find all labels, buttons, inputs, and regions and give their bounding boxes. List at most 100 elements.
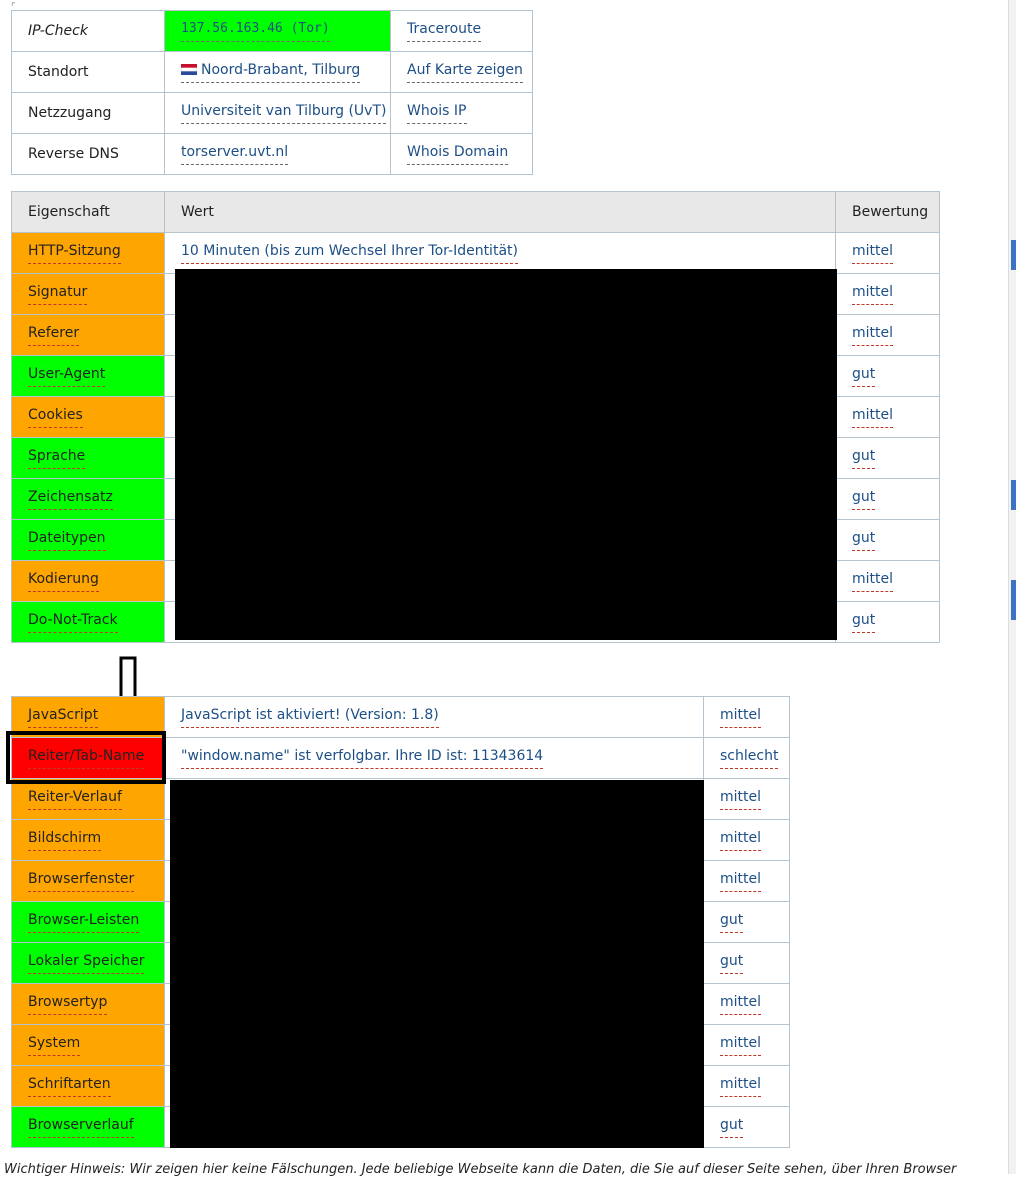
location-link[interactable]: Noord-Brabant, Tilburg xyxy=(180,61,361,83)
rating-link[interactable]: mittel xyxy=(720,789,762,810)
property-link[interactable]: Dateitypen xyxy=(28,530,106,551)
property-link[interactable]: Cookies xyxy=(28,407,83,428)
value-text: "window.name" ist verfolgbar. Ihre ID is… xyxy=(181,748,544,769)
property-link[interactable]: Referer xyxy=(28,325,80,346)
property-link[interactable]: Browserverlauf xyxy=(28,1117,134,1138)
property-link[interactable]: JavaScript xyxy=(28,707,99,728)
location-cell: Noord-Brabant, Tilburg xyxy=(164,51,391,93)
scrollbar-marker xyxy=(1011,480,1016,510)
rating-link[interactable]: gut xyxy=(852,448,876,469)
rating-cell: gut xyxy=(835,437,940,479)
property-link[interactable]: Sprache xyxy=(28,448,86,469)
property-link[interactable]: Reiter-Verlauf xyxy=(28,789,122,810)
whois-domain-link[interactable]: Whois Domain xyxy=(407,144,509,165)
property-cell: Referer xyxy=(11,314,165,356)
rating-cell: mittel xyxy=(703,819,790,861)
rating-link[interactable]: gut xyxy=(852,612,876,633)
rating-link[interactable]: schlecht xyxy=(720,748,779,769)
rating-link[interactable]: gut xyxy=(720,953,744,974)
value-cell: 10 Minuten (bis zum Wechsel Ihrer Tor-Id… xyxy=(164,232,836,274)
action-cell: Auf Karte zeigen xyxy=(390,51,533,93)
show-map-link[interactable]: Auf Karte zeigen xyxy=(407,62,523,83)
rating-link[interactable]: mittel xyxy=(720,830,762,851)
ip-check-label: IP-Check xyxy=(11,10,165,52)
redaction-block xyxy=(170,780,704,1148)
property-link[interactable]: Browser-Leisten xyxy=(28,912,140,933)
property-link[interactable]: Browserfenster xyxy=(28,871,135,892)
netherlands-flag-icon xyxy=(180,63,198,75)
table-row: Standort Noord-Brabant, Tilburg Auf Kart… xyxy=(11,51,533,93)
rating-link[interactable]: gut xyxy=(720,1117,744,1138)
location-text: Noord-Brabant, Tilburg xyxy=(201,61,361,78)
property-link[interactable]: Lokaler Speicher xyxy=(28,953,145,974)
property-link[interactable]: Browsertyp xyxy=(28,994,108,1015)
table-row: HTTP-Sitzung 10 Minuten (bis zum Wechsel … xyxy=(11,232,940,274)
rating-link[interactable]: mittel xyxy=(852,571,894,592)
rating-cell: gut xyxy=(703,1106,790,1148)
scrollbar-marker xyxy=(1011,580,1016,620)
reverse-dns-label: Reverse DNS xyxy=(11,133,165,175)
rating-link[interactable]: mittel xyxy=(720,994,762,1015)
redaction-block xyxy=(175,269,837,640)
ip-address: 137.56.163.46 (Tor) xyxy=(181,21,330,42)
rating-link[interactable]: gut xyxy=(852,366,876,387)
property-cell: Lokaler Speicher xyxy=(11,942,165,984)
rating-link[interactable]: mittel xyxy=(852,284,894,305)
reverse-dns-cell: torserver.uvt.nl xyxy=(164,133,391,175)
rating-link[interactable]: mittel xyxy=(720,707,762,728)
rating-cell: gut xyxy=(703,901,790,943)
rating-cell: mittel xyxy=(835,560,940,602)
header-value: Wert xyxy=(164,191,836,233)
rating-link[interactable]: gut xyxy=(720,912,744,933)
scrollbar[interactable] xyxy=(1008,0,1016,1174)
rating-cell: gut xyxy=(703,942,790,984)
property-cell: Browsertyp xyxy=(11,983,165,1025)
property-cell: Browserverlauf xyxy=(11,1106,165,1148)
traceroute-link[interactable]: Traceroute xyxy=(407,21,482,42)
rating-link[interactable]: mittel xyxy=(852,243,894,264)
rating-cell: mittel xyxy=(835,232,940,274)
rating-link[interactable]: mittel xyxy=(852,407,894,428)
property-link[interactable]: Kodierung xyxy=(28,571,99,592)
property-link[interactable]: HTTP-Sitzung xyxy=(28,243,121,264)
action-cell: Whois Domain xyxy=(390,133,533,175)
property-link[interactable]: User-Agent xyxy=(28,366,106,387)
rating-link[interactable]: mittel xyxy=(720,871,762,892)
property-cell: System xyxy=(11,1024,165,1066)
table-row: Reverse DNS torserver.uvt.nl Whois Domai… xyxy=(11,133,533,175)
reverse-dns-link[interactable]: torserver.uvt.nl xyxy=(181,144,289,165)
property-link[interactable]: Do-Not-Track xyxy=(28,612,118,633)
rating-link[interactable]: mittel xyxy=(852,325,894,346)
value-cell: JavaScript ist aktiviert! (Version: 1.8) xyxy=(164,696,704,738)
rating-link[interactable]: gut xyxy=(852,489,876,510)
rating-link[interactable]: mittel xyxy=(720,1035,762,1056)
property-link[interactable]: Schriftarten xyxy=(28,1076,111,1097)
property-cell: Reiter-Verlauf xyxy=(11,778,165,820)
property-link[interactable]: Zeichensatz xyxy=(28,489,113,510)
network-label: Netzzugang xyxy=(11,92,165,134)
property-link[interactable]: Signatur xyxy=(28,284,88,305)
scrollbar-marker xyxy=(1011,240,1016,270)
network-link[interactable]: Universiteit van Tilburg (UvT) xyxy=(181,103,387,124)
table-row: Netzzugang Universiteit van Tilburg (UvT… xyxy=(11,92,533,134)
rating-link[interactable]: mittel xyxy=(720,1076,762,1097)
rating-cell: mittel xyxy=(835,396,940,438)
action-cell: Traceroute xyxy=(390,10,533,52)
property-cell: Cookies xyxy=(11,396,165,438)
property-cell: Schriftarten xyxy=(11,1065,165,1107)
value-cell: "window.name" ist verfolgbar. Ihre ID is… xyxy=(164,737,704,779)
rating-cell: schlecht xyxy=(703,737,790,779)
whois-ip-link[interactable]: Whois IP xyxy=(407,103,467,124)
rating-cell: mittel xyxy=(703,1065,790,1107)
property-link[interactable]: Bildschirm xyxy=(28,830,102,851)
ip-address-cell: 137.56.163.46 (Tor) xyxy=(164,10,391,52)
value-text: 10 Minuten (bis zum Wechsel Ihrer Tor-Id… xyxy=(181,243,518,264)
property-link[interactable]: System xyxy=(28,1035,81,1056)
rating-cell: mittel xyxy=(703,696,790,738)
rating-cell: gut xyxy=(835,519,940,561)
property-cell: Browserfenster xyxy=(11,860,165,902)
rating-link[interactable]: gut xyxy=(852,530,876,551)
rating-cell: mittel xyxy=(703,860,790,902)
property-cell: Do-Not-Track xyxy=(11,601,165,643)
rating-cell: mittel xyxy=(835,273,940,315)
